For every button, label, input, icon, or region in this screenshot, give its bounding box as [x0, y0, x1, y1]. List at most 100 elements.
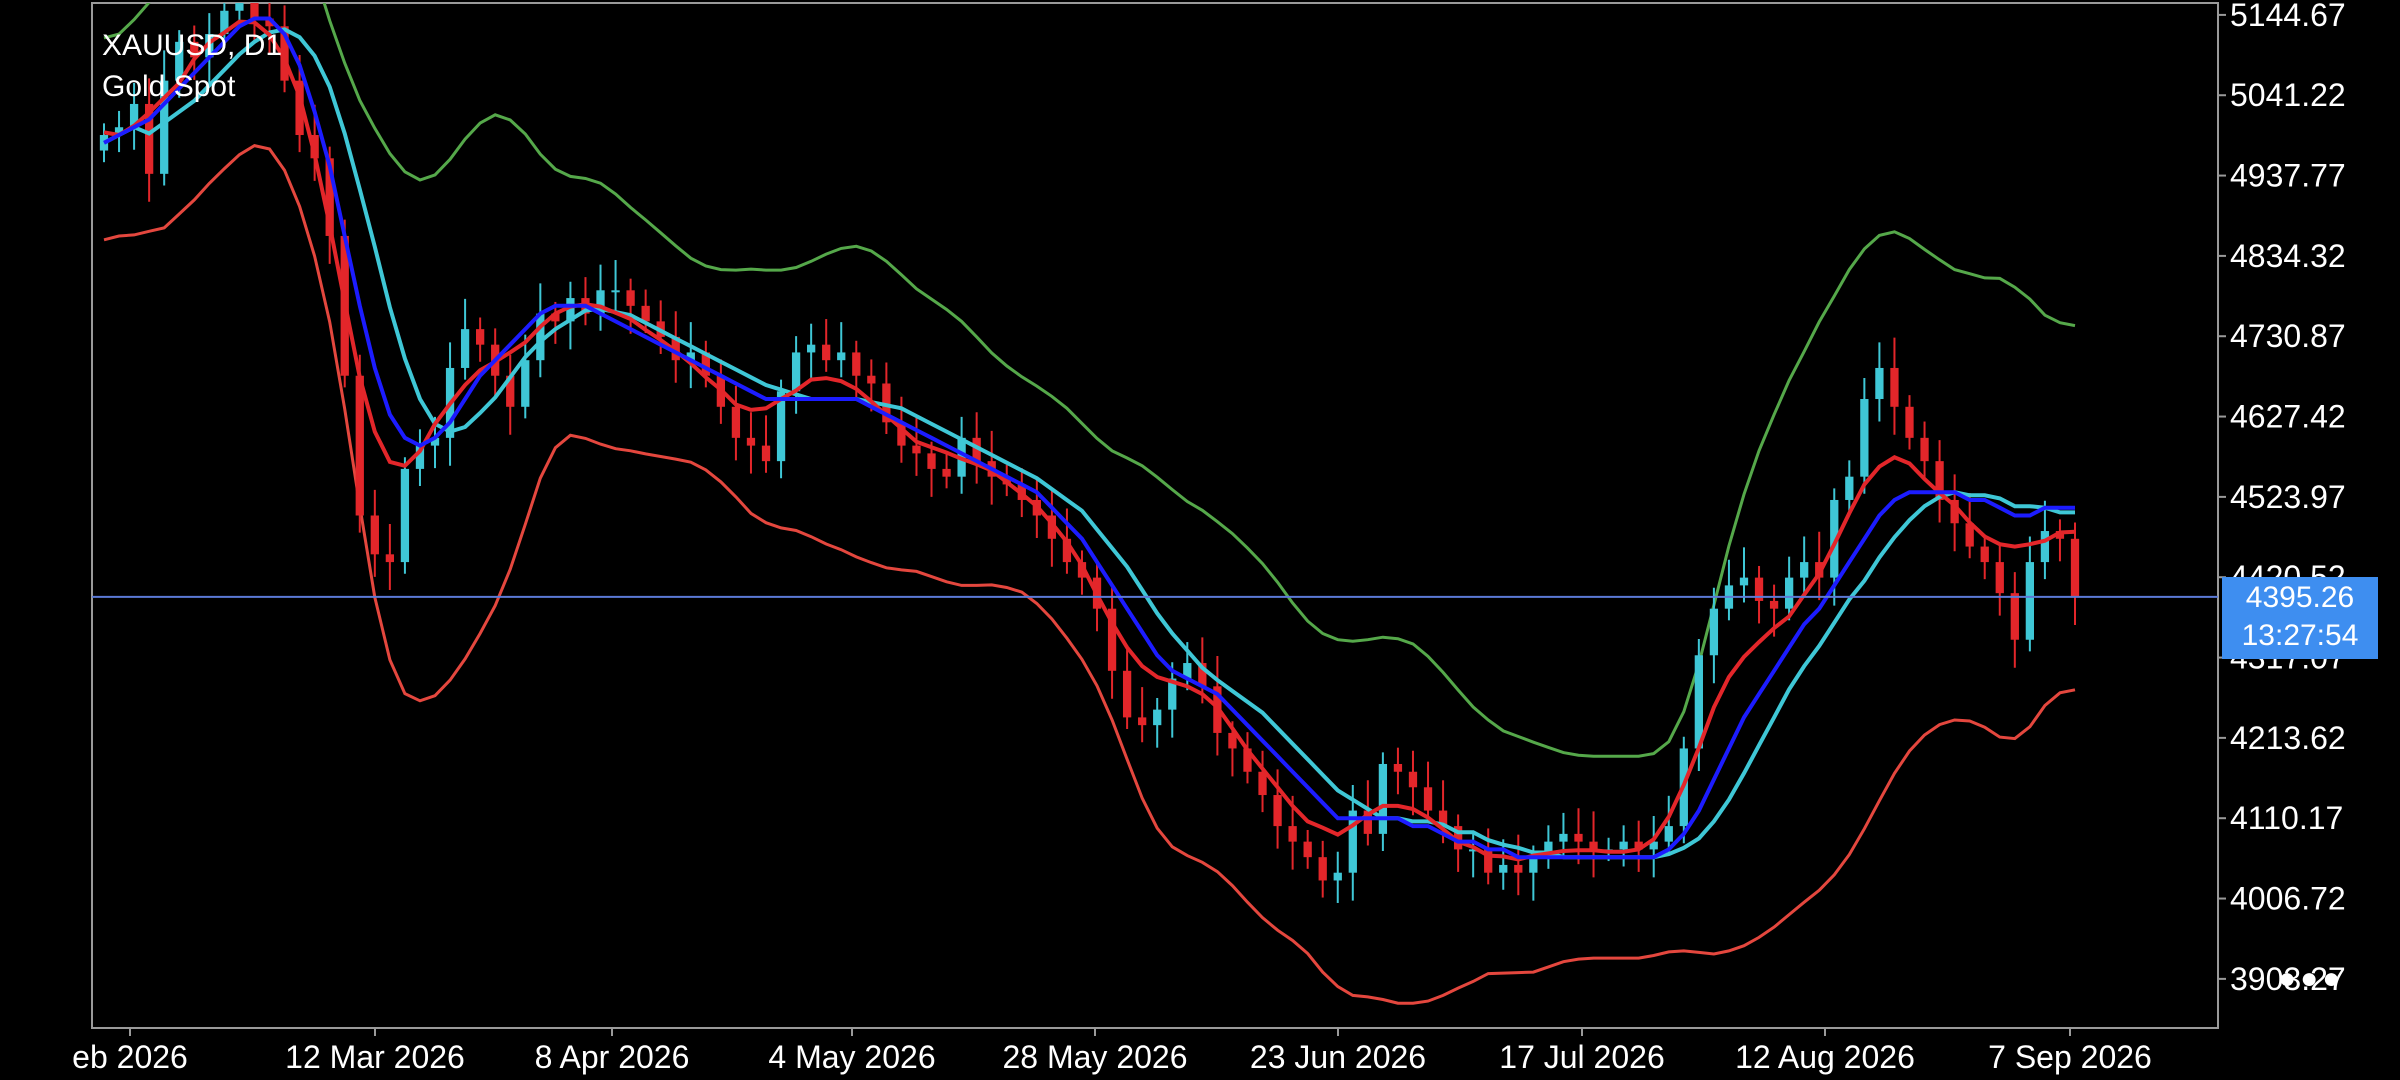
candle-body [2040, 531, 2050, 563]
bar-countdown: 13:27:54 [2241, 618, 2359, 652]
candle[interactable] [1153, 697, 1162, 748]
candle[interactable] [1122, 645, 1132, 730]
candle[interactable] [791, 336, 801, 414]
candle-body [1709, 608, 1719, 656]
candle-body [731, 406, 741, 438]
candle[interactable] [1393, 747, 1403, 795]
candle[interactable] [1980, 534, 1989, 580]
price-chart[interactable]: 5144.67 5041.22 4937.77 4834.32 4730.87 4627.… [0, 0, 2400, 1080]
y-tick-label: 4937.77 [2230, 158, 2346, 194]
candle[interactable] [807, 323, 816, 381]
candle[interactable] [1890, 337, 1899, 435]
candle-body [626, 290, 635, 306]
x-tick-label: 28 May 2026 [1002, 1039, 1187, 1075]
candle[interactable] [460, 298, 470, 380]
candle[interactable] [2055, 519, 2065, 562]
x-tick-label: 7 Sep 2026 [1988, 1039, 2152, 1075]
candle[interactable] [1544, 825, 1553, 869]
candle[interactable] [1514, 834, 1523, 896]
candle[interactable] [761, 415, 771, 473]
candle[interactable] [1303, 829, 1312, 869]
lower-band-line [103, 144, 2076, 1005]
candle[interactable] [1800, 536, 1809, 595]
candles[interactable] [99, 0, 2080, 903]
candle[interactable] [415, 429, 425, 486]
candle-body [1875, 367, 1884, 400]
candle[interactable] [1318, 840, 1327, 898]
candle-body [1784, 577, 1794, 609]
bollinger-bands [103, 3, 2076, 1005]
candle[interactable] [1724, 559, 1734, 621]
candle[interactable] [1619, 825, 1628, 867]
candle[interactable] [731, 385, 741, 461]
candle[interactable] [1423, 761, 1433, 823]
candle-body [400, 468, 410, 563]
candle-body [1333, 872, 1342, 881]
candle[interactable] [776, 379, 786, 479]
candle[interactable] [2010, 572, 2019, 668]
candle[interactable] [1649, 816, 1658, 878]
candle[interactable] [521, 334, 530, 419]
candle[interactable] [1754, 565, 1764, 624]
price-axis: 5144.67 5041.22 4937.77 4834.32 4730.87 4627.… [2218, 0, 2346, 997]
candle-body [1318, 857, 1327, 881]
candle[interactable] [476, 317, 485, 362]
candle-body [1499, 864, 1508, 873]
candle[interactable] [1860, 378, 1869, 494]
y-tick-label: 4834.32 [2230, 238, 2346, 274]
candle-body [1529, 857, 1538, 873]
more-options-icon[interactable]: ●●● [2278, 962, 2348, 995]
candle-body [1980, 546, 1989, 563]
candle[interactable] [370, 489, 379, 577]
candle[interactable] [1138, 687, 1147, 743]
candle-body [822, 344, 831, 361]
candle[interactable] [1408, 750, 1418, 816]
candle[interactable] [1333, 851, 1342, 903]
candle-body [1378, 763, 1388, 834]
moving-averages [103, 16, 2076, 862]
candle[interactable] [686, 322, 695, 389]
candle-body [807, 344, 816, 353]
candle-body [942, 468, 951, 477]
candle-body [1408, 771, 1418, 788]
candle[interactable] [1378, 752, 1388, 851]
ma-blue-line [103, 16, 2075, 860]
candle-body [1423, 787, 1433, 811]
candle[interactable] [746, 412, 756, 474]
candle-body [837, 352, 846, 361]
candle-body [1769, 600, 1779, 609]
candle[interactable] [1107, 587, 1117, 699]
candle[interactable] [385, 524, 395, 591]
candle[interactable] [581, 277, 590, 326]
candle[interactable] [506, 354, 515, 435]
candle[interactable] [1995, 545, 2004, 616]
candle[interactable] [1920, 421, 1929, 479]
candle[interactable] [1935, 440, 1944, 523]
candle[interactable] [1589, 811, 1598, 878]
candle-body [1514, 864, 1523, 873]
candle[interactable] [942, 452, 951, 489]
candle-body [1890, 367, 1899, 407]
candle[interactable] [2025, 536, 2035, 652]
candle[interactable] [1258, 750, 1267, 813]
candle[interactable] [566, 281, 575, 350]
candle[interactable] [611, 260, 620, 313]
candle[interactable] [882, 362, 891, 434]
candle[interactable] [1875, 342, 1884, 422]
candle-body [2070, 538, 2080, 598]
candle[interactable] [1243, 732, 1252, 784]
candle[interactable] [2070, 522, 2080, 625]
candle[interactable] [1739, 547, 1749, 603]
candle[interactable] [1950, 474, 1959, 552]
candle[interactable] [400, 457, 410, 574]
candle[interactable] [837, 322, 846, 378]
candle[interactable] [1905, 395, 1914, 450]
candle[interactable] [912, 415, 921, 476]
candle-body [791, 352, 801, 392]
candle[interactable] [596, 264, 605, 331]
ma-red-line [103, 19, 2076, 862]
candle-body [1288, 826, 1297, 842]
candle[interactable] [822, 319, 831, 372]
chart-description: Gold Spot [102, 70, 236, 103]
candle[interactable] [1709, 587, 1719, 684]
